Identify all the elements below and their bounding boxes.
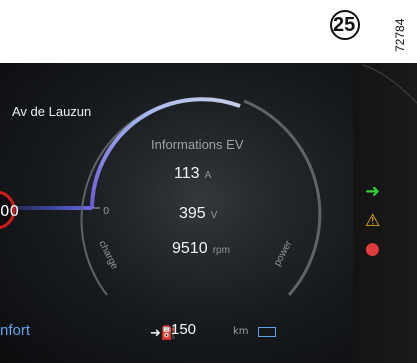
cluster-display: Av de Lauzun 00 Informations EV 0 113 A … bbox=[0, 63, 353, 363]
warning-lights-panel: ➜ ⚠ ● bbox=[353, 63, 417, 363]
current-unit: A bbox=[204, 170, 212, 181]
voltage-value: 395 bbox=[179, 205, 206, 222]
voltage-unit: V bbox=[210, 210, 218, 221]
figure-code: 72784 bbox=[393, 18, 407, 52]
left-gauge-value: 00 bbox=[0, 202, 20, 220]
range-value: 150 bbox=[171, 321, 197, 338]
rpm-readout: 9510 rpm bbox=[172, 238, 230, 258]
current-value: 113 bbox=[174, 165, 200, 182]
callout-circle bbox=[330, 10, 360, 40]
drive-mode-label: nfort bbox=[0, 322, 31, 339]
voltage-readout: 395 V bbox=[179, 203, 217, 223]
street-name: Av de Lauzun bbox=[12, 104, 92, 119]
ev-info-title: Informations EV bbox=[151, 137, 244, 152]
green-arrow-icon: ➜ bbox=[365, 181, 381, 202]
battery-icon bbox=[258, 327, 276, 337]
rpm-unit: rpm bbox=[212, 245, 230, 256]
rpm-value: 9510 bbox=[172, 240, 208, 257]
airbag-icon: ● bbox=[365, 239, 380, 259]
figure: 25 72784 Av de Lauzun 00 Informations EV… bbox=[0, 0, 417, 363]
range-unit: km bbox=[233, 326, 249, 337]
scale-zero: 0 bbox=[103, 206, 110, 217]
current-readout: 113 A bbox=[174, 163, 211, 183]
seat-belt-icon: ⚠ bbox=[365, 211, 381, 231]
